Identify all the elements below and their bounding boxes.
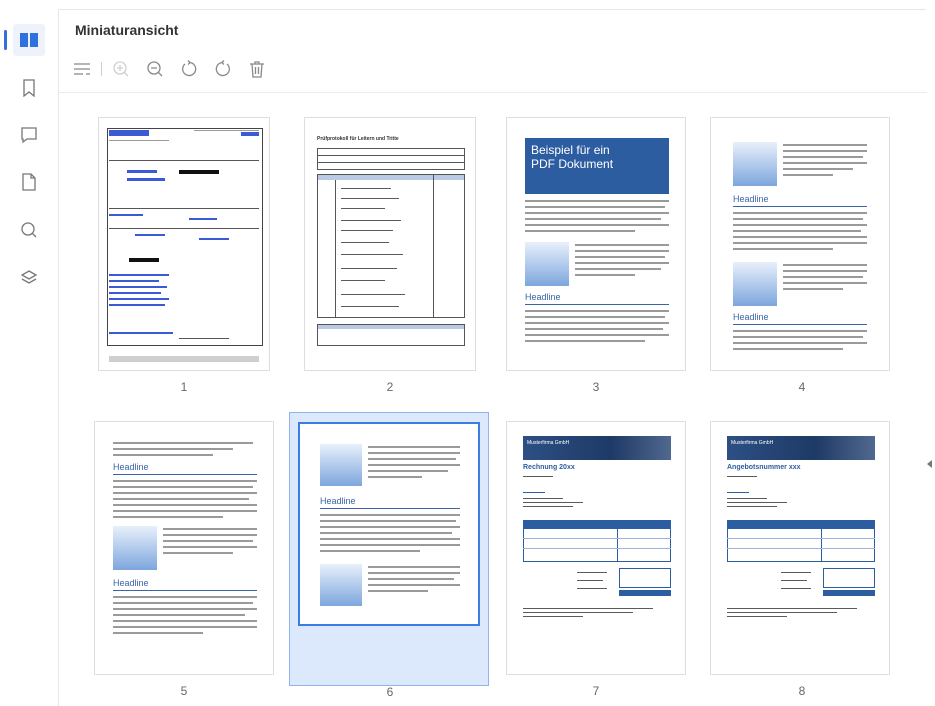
thumbnail-page-3[interactable]: Beispiel für ein PDF Dokument Headline 3: [496, 112, 696, 394]
page-number: 1: [180, 380, 188, 394]
page-preview: [98, 117, 270, 371]
delete-icon: [250, 61, 264, 78]
layers-button[interactable]: [13, 262, 45, 294]
bookmark-icon: [23, 79, 35, 97]
attachments-button[interactable]: [13, 166, 45, 198]
page-preview: Headline Headline: [94, 421, 274, 675]
rotate-right-button[interactable]: [212, 58, 234, 80]
search-icon: [21, 222, 37, 238]
page-3-headline: Headline: [525, 292, 561, 302]
page-8-title: Angebotsnummer xxx: [727, 464, 801, 471]
comment-icon: [21, 127, 37, 144]
page-number: 8: [798, 684, 806, 698]
rotate-right-icon: [215, 60, 230, 77]
comments-button[interactable]: [13, 119, 45, 151]
page-preview: Headline: [298, 422, 480, 626]
thumbnails-button[interactable]: [4, 24, 45, 56]
thumbnail-page-5[interactable]: Headline Headline 5: [84, 416, 284, 698]
thumbnail-page-8[interactable]: Musterfirma GmbH Angebotsnummer xxx 8: [702, 416, 902, 698]
page-6-headline: Headline: [320, 496, 356, 506]
page-3-title-line2: PDF Dokument: [531, 157, 614, 171]
page-number: 7: [592, 684, 600, 698]
thumbnail-page-6[interactable]: Headline 6: [289, 412, 489, 699]
thumbnail-page-1[interactable]: 1: [84, 112, 284, 394]
zoom-out-icon: [147, 61, 163, 77]
page-number: 6: [386, 685, 394, 699]
page-preview: Prüfprotokoll für Leitern und Tritte: [304, 117, 476, 371]
sidebar-rail: [0, 0, 58, 706]
page-5-headline-1: Headline: [113, 462, 149, 472]
thumbnail-page-7[interactable]: Musterfirma GmbH Rechnung 20xx 7: [496, 416, 696, 698]
page-5-headline-2: Headline: [113, 578, 149, 588]
page-3-title-line1: Beispiel für ein: [531, 143, 610, 157]
toolbar-separator: [101, 62, 102, 76]
page-7-banner: Musterfirma GmbH: [527, 440, 570, 446]
page-number: 2: [386, 380, 394, 394]
page-2-heading: Prüfprotokoll für Leitern und Tritte: [317, 136, 399, 142]
page-preview: Beispiel für ein PDF Dokument Headline: [506, 117, 686, 371]
page-number: 3: [592, 380, 600, 394]
page-8-banner: Musterfirma GmbH: [731, 440, 774, 446]
delete-button[interactable]: [246, 58, 268, 80]
search-button[interactable]: [13, 214, 45, 246]
zoom-in-icon: [113, 61, 129, 77]
zoom-in-button[interactable]: [110, 58, 132, 80]
page-number: 4: [798, 380, 806, 394]
thumbnail-page-4[interactable]: Headline Headline 4: [702, 112, 902, 394]
toolbar-divider: [59, 92, 927, 93]
attachment-icon: [22, 173, 36, 191]
thumbnail-page-2[interactable]: Prüfprotokoll für Leitern und Tritte 2: [290, 112, 490, 394]
layers-icon: [20, 270, 38, 284]
options-button[interactable]: [71, 58, 93, 80]
thumbnails-icon: [20, 33, 38, 47]
page-preview: Musterfirma GmbH Rechnung 20xx: [506, 421, 686, 675]
page-number: 5: [180, 684, 188, 698]
bookmarks-button[interactable]: [13, 72, 45, 104]
page-7-title: Rechnung 20xx: [523, 464, 575, 471]
page-4-headline-1: Headline: [733, 194, 769, 204]
page-4-headline-2: Headline: [733, 312, 769, 322]
panel-collapse-handle[interactable]: [927, 460, 932, 468]
rotate-left-icon: [182, 60, 197, 77]
page-preview: Musterfirma GmbH Angebotsnummer xxx: [710, 421, 890, 675]
options-icon: [74, 63, 90, 75]
panel-title: Miniaturansicht: [75, 22, 179, 38]
thumbnail-toolbar: [71, 56, 268, 82]
page-preview: Headline Headline: [710, 117, 890, 371]
zoom-out-button[interactable]: [144, 58, 166, 80]
rotate-left-button[interactable]: [178, 58, 200, 80]
